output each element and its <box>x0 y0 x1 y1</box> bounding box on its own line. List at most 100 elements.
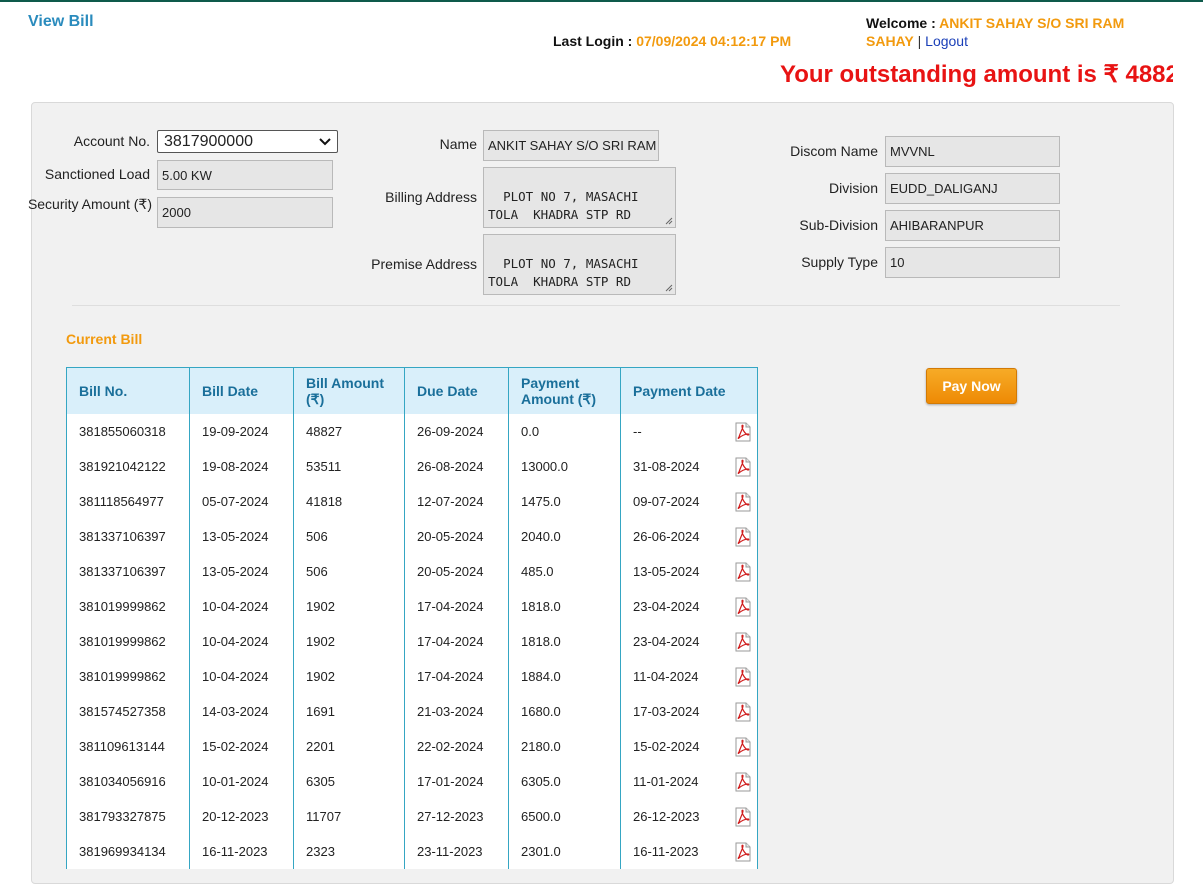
billing-address-label: Billing Address <box>385 189 477 205</box>
resize-grip-icon[interactable] <box>665 217 673 225</box>
bill-amount-value: 1691 <box>306 704 335 719</box>
bill-no-value: 381855060318 <box>79 424 166 439</box>
table-row: 381019999862 10-04-2024 1902 17-04-2024 1884… <box>66 659 758 694</box>
cell-payment-date: 15-02-2024 <box>620 729 758 764</box>
outstanding-amount-text: Your outstanding amount is ₹ 48827 <box>780 61 1173 87</box>
col-header-payment-amount: Payment Amount (₹) <box>508 367 621 414</box>
payment-date-value: 15-02-2024 <box>633 739 700 754</box>
payment-date-value: 31-08-2024 <box>633 459 700 474</box>
page-title: View Bill <box>28 13 94 30</box>
bill-date-value: 20-12-2023 <box>202 809 269 824</box>
cell-payment-date: 11-04-2024 <box>620 659 758 694</box>
cell-bill-amount: 41818 <box>293 484 405 519</box>
pdf-icon[interactable] <box>735 632 751 652</box>
payment-amount-value: 1680.0 <box>521 704 561 719</box>
bill-amount-value: 2323 <box>306 844 335 859</box>
table-row: 381337106397 13-05-2024 506 20-05-2024 2040.… <box>66 519 758 554</box>
cell-payment-date: -- <box>620 414 758 449</box>
separator: | <box>913 33 926 49</box>
cell-bill-amount: 6305 <box>293 764 405 799</box>
bill-amount-value: 11707 <box>306 809 342 824</box>
payment-amount-value: 2301.0 <box>521 844 561 859</box>
col-header-due-date: Due Date <box>404 367 509 414</box>
payment-amount-value: 1818.0 <box>521 634 561 649</box>
sanctioned-load-field: 5.00 KW <box>157 160 333 190</box>
pdf-icon[interactable] <box>735 737 751 757</box>
billing-address-textarea[interactable]: PLOT NO 7, MASACHI TOLA KHADRA STP RD LK… <box>483 167 676 228</box>
current-bill-title: Current Bill <box>66 331 143 347</box>
cell-payment-amount: 13000.0 <box>508 449 621 484</box>
table-header-row: Bill No. Bill Date Bill Amount (₹) Due D… <box>66 367 758 414</box>
premise-address-textarea[interactable]: PLOT NO 7, MASACHI TOLA KHADRA STP RD LK… <box>483 234 676 295</box>
supply-type-field: 10 <box>885 247 1060 278</box>
bill-date-value: 10-04-2024 <box>202 634 269 649</box>
cell-bill-date: 20-12-2023 <box>189 799 294 834</box>
pdf-icon[interactable] <box>735 562 751 582</box>
cell-bill-no: 381019999862 <box>66 659 190 694</box>
cell-payment-amount: 6500.0 <box>508 799 621 834</box>
cell-payment-date: 23-04-2024 <box>620 589 758 624</box>
cell-payment-amount: 0.0 <box>508 414 621 449</box>
pdf-icon[interactable] <box>735 667 751 687</box>
pdf-icon[interactable] <box>735 457 751 477</box>
bill-amount-value: 53511 <box>306 459 342 474</box>
cell-bill-date: 16-11-2023 <box>189 834 294 869</box>
pdf-icon[interactable] <box>735 807 751 827</box>
pdf-icon[interactable] <box>735 597 751 617</box>
pdf-icon[interactable] <box>735 842 751 862</box>
payment-amount-value: 485.0 <box>521 564 554 579</box>
division-field: EUDD_DALIGANJ <box>885 173 1060 204</box>
subdivision-field: AHIBARANPUR <box>885 210 1060 241</box>
due-date-value: 17-04-2024 <box>417 634 484 649</box>
cell-due-date: 27-12-2023 <box>404 799 509 834</box>
cell-bill-amount: 48827 <box>293 414 405 449</box>
col-header-payment-date: Payment Date <box>620 367 758 414</box>
cell-bill-date: 19-09-2024 <box>189 414 294 449</box>
cell-bill-date: 10-01-2024 <box>189 764 294 799</box>
table-row: 381574527358 14-03-2024 1691 21-03-2024 1680… <box>66 694 758 729</box>
cell-payment-amount: 485.0 <box>508 554 621 589</box>
cell-bill-no: 381019999862 <box>66 589 190 624</box>
pdf-icon[interactable] <box>735 422 751 442</box>
logout-link[interactable]: Logout <box>925 33 968 49</box>
bill-no-value: 381337106397 <box>79 564 166 579</box>
bill-no-value: 381921042122 <box>79 459 166 474</box>
cell-bill-no: 381793327875 <box>66 799 190 834</box>
cell-bill-no: 381855060318 <box>66 414 190 449</box>
cell-bill-amount: 1691 <box>293 694 405 729</box>
last-login-value: 07/09/2024 04:12:17 PM <box>636 33 792 49</box>
cell-payment-amount: 2301.0 <box>508 834 621 869</box>
due-date-value: 22-02-2024 <box>417 739 484 754</box>
col-header-bill-date: Bill Date <box>189 367 294 414</box>
pdf-icon[interactable] <box>735 772 751 792</box>
pdf-icon[interactable] <box>735 527 751 547</box>
account-no-value: 3817900000 <box>164 132 253 150</box>
due-date-value: 12-07-2024 <box>417 494 484 509</box>
discom-field: MVVNL <box>885 136 1060 167</box>
discom-label: Discom Name <box>790 143 878 159</box>
bill-no-value: 381118564977 <box>79 494 164 509</box>
payment-date-value: 23-04-2024 <box>633 599 700 614</box>
cell-bill-date: 05-07-2024 <box>189 484 294 519</box>
bill-no-value: 381019999862 <box>79 599 166 614</box>
bill-amount-value: 1902 <box>306 634 335 649</box>
due-date-value: 20-05-2024 <box>417 529 484 544</box>
cell-bill-date: 10-04-2024 <box>189 589 294 624</box>
table-row: 381337106397 13-05-2024 506 20-05-2024 485.0… <box>66 554 758 589</box>
pdf-icon[interactable] <box>735 492 751 512</box>
cell-payment-date: 09-07-2024 <box>620 484 758 519</box>
security-amount-label: Security Amount (₹) <box>27 196 152 212</box>
payment-date-value: 16-11-2023 <box>633 844 699 859</box>
bill-date-value: 13-05-2024 <box>202 564 269 579</box>
pay-now-button[interactable]: Pay Now <box>926 368 1017 404</box>
outstanding-banner: Your outstanding amount is ₹ 48827 <box>780 60 1173 87</box>
table-row: 381109613144 15-02-2024 2201 22-02-2024 2180… <box>66 729 758 764</box>
bills-table: Bill No. Bill Date Bill Amount (₹) Due D… <box>66 367 758 869</box>
payment-amount-value: 2040.0 <box>521 529 561 544</box>
due-date-value: 23-11-2023 <box>417 844 483 859</box>
bill-no-value: 381337106397 <box>79 529 166 544</box>
premise-address-label: Premise Address <box>371 256 477 272</box>
pdf-icon[interactable] <box>735 702 751 722</box>
table-row: 381969934134 16-11-2023 2323 23-11-2023 2301… <box>66 834 758 869</box>
resize-grip-icon[interactable] <box>665 284 673 292</box>
